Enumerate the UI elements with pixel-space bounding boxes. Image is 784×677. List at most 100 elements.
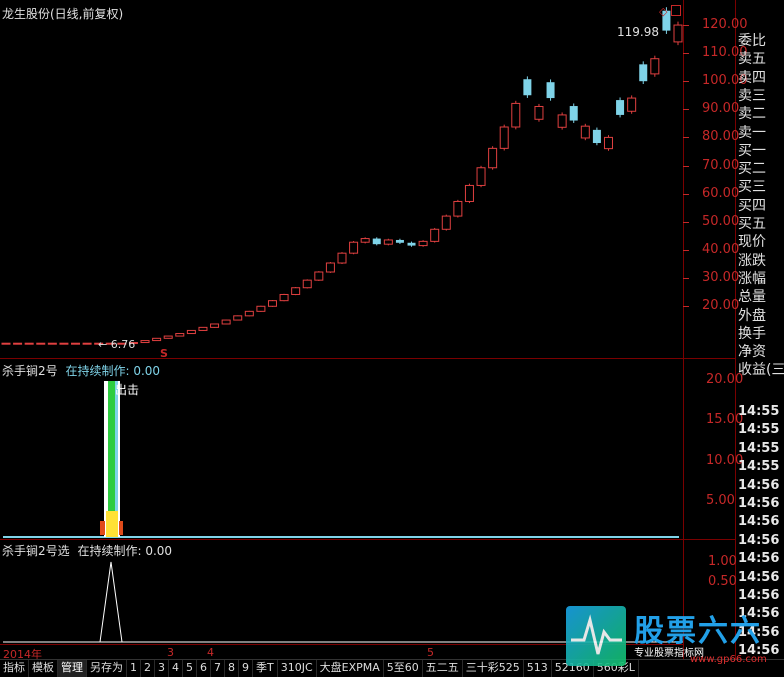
candle-body bbox=[476, 167, 486, 186]
quote-field-label: 涨跌 bbox=[738, 252, 766, 269]
candle-body bbox=[36, 342, 46, 345]
tab-16[interactable]: 5至60 bbox=[384, 660, 423, 677]
tab-3[interactable]: 另存为 bbox=[87, 660, 127, 677]
signal-label: 出击 bbox=[115, 383, 140, 397]
candle-body bbox=[557, 114, 567, 128]
signal-bar-green bbox=[108, 381, 116, 511]
candle-body bbox=[407, 242, 416, 246]
indicator2-line bbox=[99, 561, 123, 643]
square-icon[interactable] bbox=[671, 5, 681, 16]
candle-body bbox=[580, 125, 590, 139]
tab-15[interactable]: 大盘EXPMA bbox=[317, 660, 384, 677]
diamond-icon[interactable]: ◇ bbox=[659, 5, 667, 18]
candle-body bbox=[441, 215, 451, 230]
candle-body bbox=[627, 97, 637, 112]
candle-body bbox=[592, 129, 601, 144]
candle-body bbox=[337, 252, 347, 264]
price-axis-tick-mark bbox=[683, 137, 689, 139]
tab-19[interactable]: 513 bbox=[524, 660, 552, 677]
quote-field-label: 卖四 bbox=[738, 69, 766, 86]
candle-body bbox=[244, 310, 254, 317]
main-axis-divider bbox=[683, 0, 684, 659]
tick-time: 14:56 bbox=[738, 532, 780, 548]
candle-body bbox=[488, 147, 498, 169]
tab-7[interactable]: 4 bbox=[169, 660, 183, 677]
price-low-marker: ← 6.76 bbox=[98, 338, 136, 351]
tick-time: 14:56 bbox=[738, 569, 780, 585]
quote-field-label: 现价 bbox=[738, 234, 766, 251]
candle-body bbox=[639, 64, 648, 82]
watermark-url: www.gp66.com bbox=[690, 654, 767, 665]
price-axis-tick-mark bbox=[683, 81, 689, 83]
candle-body bbox=[152, 337, 162, 342]
tab-14[interactable]: 310JC bbox=[278, 660, 317, 677]
candle-body bbox=[418, 240, 428, 247]
tab-1[interactable]: 模板 bbox=[29, 660, 58, 677]
quote-field-label: 换手 bbox=[738, 325, 766, 342]
tab-9[interactable]: 6 bbox=[197, 660, 211, 677]
quote-field-label: 卖五 bbox=[738, 51, 766, 68]
quote-field-label: 卖二 bbox=[738, 106, 766, 123]
candle-body bbox=[71, 342, 81, 345]
signal-bar-red-right bbox=[119, 521, 123, 535]
tick-time: 14:55 bbox=[738, 404, 780, 419]
price-high-marker: 119.98 bbox=[617, 25, 659, 39]
price-axis-tick-mark bbox=[683, 221, 689, 223]
candle-body bbox=[372, 238, 381, 245]
tab-13[interactable]: 季T bbox=[253, 660, 278, 677]
candle-body bbox=[13, 342, 23, 345]
candle-body bbox=[47, 342, 57, 345]
candle-body bbox=[430, 228, 440, 242]
tab-11[interactable]: 8 bbox=[225, 660, 239, 677]
candle-body bbox=[82, 342, 92, 345]
candle-body bbox=[210, 323, 220, 328]
tab-8[interactable]: 5 bbox=[183, 660, 197, 677]
tab-18[interactable]: 三十彩525 bbox=[463, 660, 524, 677]
candle-body bbox=[198, 326, 208, 331]
tick-time: 14:56 bbox=[738, 477, 780, 493]
candle-body bbox=[221, 319, 231, 325]
candle-body bbox=[511, 102, 521, 128]
candle-body bbox=[267, 300, 277, 307]
price-axis-tick-mark bbox=[683, 193, 689, 195]
signal-bar-red-left bbox=[100, 521, 105, 535]
candle-body bbox=[650, 58, 660, 75]
tick-time: 14:56 bbox=[738, 496, 780, 511]
candle-body bbox=[383, 239, 393, 245]
tab-12[interactable]: 9 bbox=[239, 660, 253, 677]
candle-body bbox=[534, 105, 544, 120]
tab-0[interactable]: 指标 bbox=[0, 660, 29, 677]
quote-field-label: 委比 bbox=[738, 33, 766, 49]
watermark-logo: 股票六六 专业股票指标网 www.gp66.com bbox=[566, 606, 776, 668]
candle-body bbox=[603, 136, 613, 150]
candle-body bbox=[24, 342, 34, 345]
indicator1-chart[interactable] bbox=[0, 359, 683, 539]
candle-body bbox=[349, 241, 359, 254]
candle-body bbox=[1, 342, 11, 345]
tab-6[interactable]: 3 bbox=[155, 660, 169, 677]
tick-time: 14:56 bbox=[738, 551, 780, 567]
candle-body bbox=[453, 200, 463, 217]
tick-time: 14:55 bbox=[738, 459, 780, 475]
candle-body bbox=[140, 340, 150, 344]
candle-body bbox=[233, 315, 243, 321]
candle-body bbox=[163, 335, 173, 339]
quote-field-label: 卖三 bbox=[738, 87, 766, 104]
candle-body bbox=[302, 279, 312, 289]
tab-10[interactable]: 7 bbox=[211, 660, 225, 677]
candle-body bbox=[59, 342, 69, 345]
candle-body bbox=[314, 271, 324, 281]
quote-field-label: 买四 bbox=[738, 197, 766, 214]
candle-body bbox=[464, 184, 474, 202]
quote-field-label: 收益(三 bbox=[738, 362, 784, 379]
candle-body bbox=[499, 126, 509, 149]
price-axis-tick-mark bbox=[683, 277, 689, 279]
tab-17[interactable]: 五二五 bbox=[423, 660, 463, 677]
quote-field-label: 净资 bbox=[738, 344, 766, 361]
tab-2[interactable]: 管理 bbox=[58, 660, 87, 677]
price-chart[interactable] bbox=[0, 0, 683, 358]
time-label-march: 3 bbox=[167, 646, 174, 659]
tick-time: 14:56 bbox=[738, 514, 780, 530]
tab-5[interactable]: 2 bbox=[141, 660, 155, 677]
tab-4[interactable]: 1 bbox=[127, 660, 141, 677]
